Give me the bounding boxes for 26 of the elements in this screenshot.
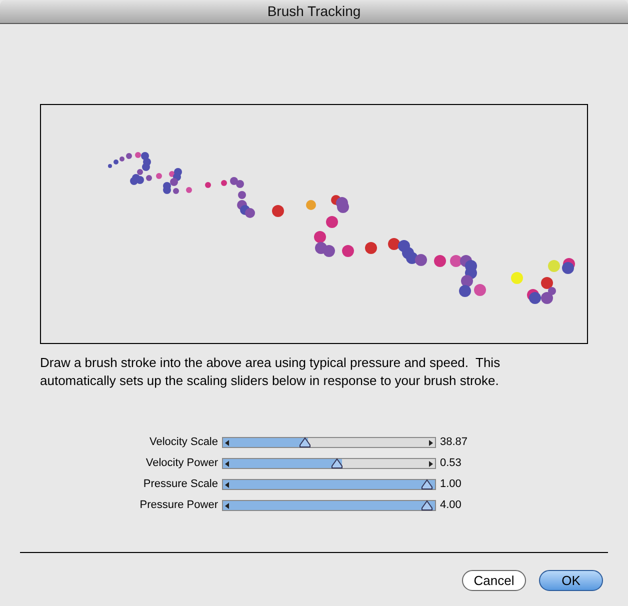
slider-label: Velocity Scale [148,434,219,450]
slider-track[interactable] [222,478,436,490]
slider-track[interactable] [222,500,436,510]
right-arrow-icon[interactable] [429,440,433,446]
ok-button[interactable]: OK [539,570,603,591]
slider-label: Pressure Power [138,498,219,513]
slider-thumb[interactable] [298,436,311,448]
slider-value: 0.53 [440,456,462,471]
right-arrow-icon[interactable] [429,460,433,466]
slider-thumb[interactable] [421,500,433,510]
slider-label: Pressure Scale [142,476,219,492]
slider-label: Velocity Power [144,456,219,471]
slider-value: 38.87 [440,434,468,450]
slider-value: 4.00 [440,498,462,513]
window-title: Brush Tracking [267,2,361,21]
cancel-button[interactable]: Cancel [462,570,526,591]
left-arrow-icon[interactable] [225,502,229,508]
left-arrow-icon[interactable] [225,460,229,466]
slider-track[interactable] [222,436,436,448]
slider-track[interactable] [222,458,436,468]
slider-thumb[interactable] [421,478,433,490]
instructions-text: Draw a brush stroke into the above area using typical pressure and speed. This automatically sets up the scaling sliders below in response to your brush stroke. [40,354,502,390]
slider-value: 1.00 [440,476,462,492]
left-arrow-icon[interactable] [225,482,229,488]
left-arrow-icon[interactable] [225,440,229,446]
slider-thumb[interactable] [331,458,344,468]
